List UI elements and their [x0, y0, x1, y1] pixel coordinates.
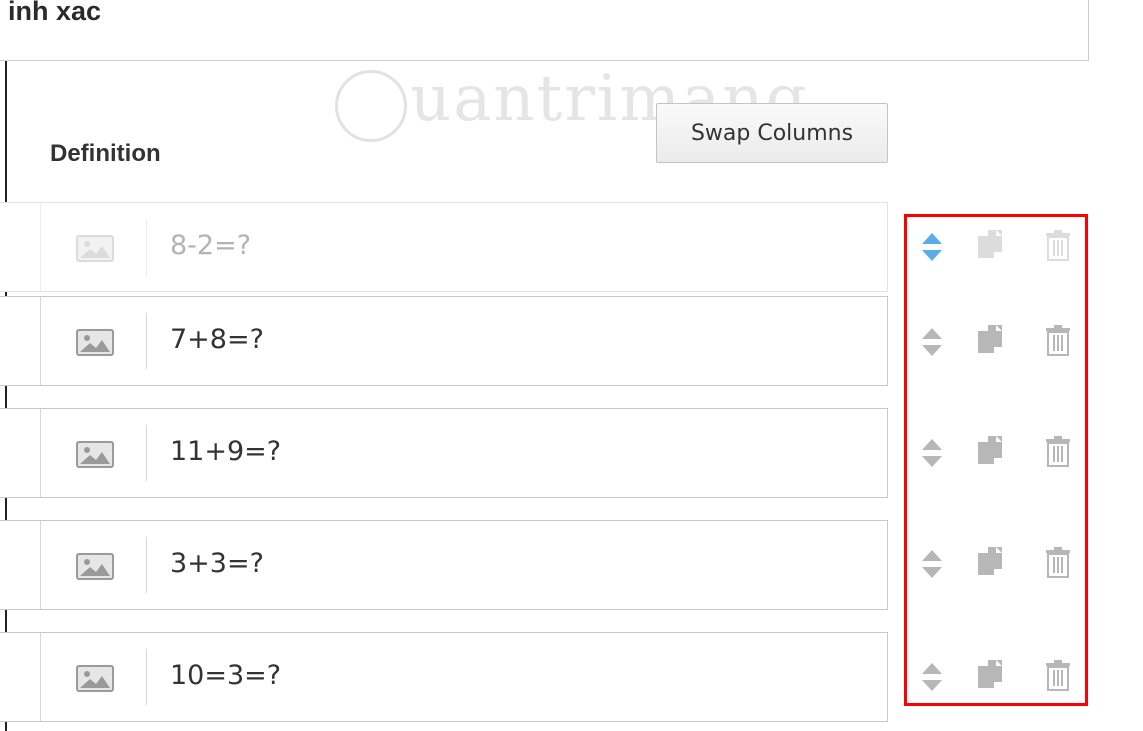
term-text[interactable]: 11+9=? [170, 436, 281, 467]
row-separator [146, 649, 147, 705]
image-upload-icon[interactable] [76, 441, 114, 468]
row-separator [146, 313, 147, 369]
title-field[interactable]: inh xac [0, 0, 1089, 61]
row-separator [146, 219, 147, 275]
row-separator [146, 537, 147, 593]
row-divider [40, 297, 41, 385]
card-row[interactable]: 3+3=? [0, 520, 888, 610]
trash-icon[interactable] [1044, 229, 1072, 261]
sort-handle-icon[interactable] [918, 437, 946, 469]
copy-icon[interactable] [976, 323, 1004, 355]
row-divider [40, 409, 41, 497]
card-row[interactable]: 8-2=? [0, 202, 888, 292]
term-text[interactable]: 10=3=? [170, 660, 281, 691]
card-row[interactable]: 10=3=? [0, 632, 888, 722]
row-divider [40, 203, 41, 291]
trash-icon[interactable] [1044, 435, 1072, 467]
copy-icon[interactable] [976, 545, 1004, 577]
row-divider [40, 633, 41, 721]
swap-columns-button[interactable]: Swap Columns [656, 103, 888, 163]
trash-icon[interactable] [1044, 324, 1072, 356]
term-text[interactable]: 7+8=? [170, 324, 264, 355]
term-text[interactable]: 8-2=? [170, 230, 251, 261]
row-divider [40, 521, 41, 609]
watermark-bulb-icon [335, 70, 407, 142]
title-text: inh xac [8, 0, 102, 26]
definition-column-header: Definition [50, 140, 161, 167]
trash-icon[interactable] [1044, 546, 1072, 578]
copy-icon[interactable] [976, 228, 1004, 260]
copy-icon[interactable] [976, 658, 1004, 690]
term-text[interactable]: 3+3=? [170, 548, 264, 579]
image-upload-icon[interactable] [76, 553, 114, 580]
copy-icon[interactable] [976, 434, 1004, 466]
row-separator [146, 425, 147, 481]
card-row[interactable]: 11+9=? [0, 408, 888, 498]
card-row[interactable]: 7+8=? [0, 296, 888, 386]
sort-handle-icon[interactable] [918, 548, 946, 580]
sort-handle-icon[interactable] [918, 326, 946, 358]
divider [1088, 0, 1089, 60]
image-upload-icon[interactable] [76, 235, 114, 262]
image-upload-icon[interactable] [76, 665, 114, 692]
image-upload-icon[interactable] [76, 329, 114, 356]
sort-handle-icon[interactable] [918, 661, 946, 693]
sort-handle-icon[interactable] [918, 231, 946, 263]
trash-icon[interactable] [1044, 659, 1072, 691]
